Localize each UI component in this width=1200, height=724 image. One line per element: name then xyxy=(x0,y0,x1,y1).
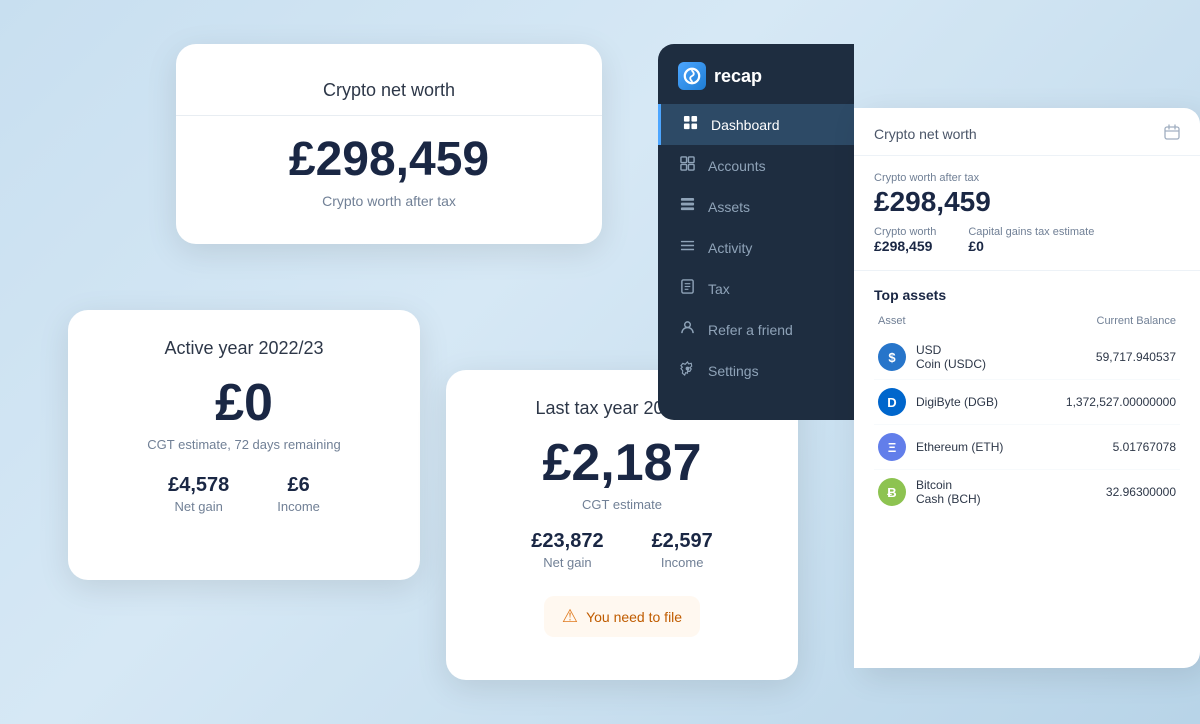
assets-label: Assets xyxy=(708,199,750,215)
settings-icon xyxy=(678,361,696,380)
activity-label: Activity xyxy=(708,240,752,256)
income-value: £6 xyxy=(277,474,320,497)
asset-balance: 59,717.940537 xyxy=(1096,350,1176,364)
asset-info: $ USDCoin (USDC) xyxy=(878,343,986,371)
asset-balance: 32.96300000 xyxy=(1106,485,1176,499)
sidebar-item-refer[interactable]: Refer a friend xyxy=(658,309,854,350)
col-balance: Current Balance xyxy=(1097,315,1177,327)
dashboard-label: Dashboard xyxy=(711,117,780,133)
warning-icon: ⚠ xyxy=(562,606,578,627)
sidebar-nav: Dashboard Accounts Assets Activity Tax xyxy=(658,104,854,391)
panel-title: Crypto net worth xyxy=(874,126,977,142)
tax-income-stat: £2,597 Income xyxy=(652,530,713,570)
calendar-icon[interactable] xyxy=(1164,124,1180,143)
accounts-icon xyxy=(678,156,696,175)
top-assets-section: Top assets Asset Current Balance $ USDCo… xyxy=(854,271,1200,530)
tax-year-stats: £23,872 Net gain £2,597 Income xyxy=(531,530,712,570)
income-label: Income xyxy=(277,499,320,514)
asset-balance: 1,372,527.00000000 xyxy=(1066,395,1176,409)
tax-year-subtitle: CGT estimate xyxy=(582,497,662,512)
tax-income-label: Income xyxy=(652,555,713,570)
assets-icon xyxy=(678,197,696,216)
asset-info: Ƀ BitcoinCash (BCH) xyxy=(878,478,981,506)
col-asset: Asset xyxy=(878,315,906,327)
asset-icon: Ξ xyxy=(878,433,906,461)
sidebar-item-assets[interactable]: Assets xyxy=(658,186,854,227)
asset-info: Ξ Ethereum (ETH) xyxy=(878,433,1003,461)
net-worth-title: Crypto net worth xyxy=(176,80,602,116)
right-panel: Crypto net worth Crypto worth after tax … xyxy=(854,108,1200,668)
sidebar-item-activity[interactable]: Activity xyxy=(658,227,854,268)
tax-net-gain-stat: £23,872 Net gain xyxy=(531,530,603,570)
crypto-net-worth-card: Crypto net worth £298,459 Crypto worth a… xyxy=(176,44,602,244)
crypto-worth-label: Crypto worth xyxy=(874,226,936,238)
activity-icon xyxy=(678,238,696,257)
asset-name: USDCoin (USDC) xyxy=(916,343,986,371)
active-year-value: £0 xyxy=(215,373,273,433)
sidebar-item-accounts[interactable]: Accounts xyxy=(658,145,854,186)
tax-label: Tax xyxy=(708,281,730,297)
asset-name: Ethereum (ETH) xyxy=(916,440,1003,454)
cgt-label: Capital gains tax estimate xyxy=(968,226,1094,238)
settings-label: Settings xyxy=(708,363,759,379)
net-gain-stat: £4,578 Net gain xyxy=(168,474,229,514)
sidebar-item-dashboard[interactable]: Dashboard xyxy=(658,104,854,145)
panel-crypto-worth: Crypto worth £298,459 xyxy=(874,226,936,254)
refer-label: Refer a friend xyxy=(708,322,793,338)
net-gain-label: Net gain xyxy=(168,499,229,514)
active-year-card: Active year 2022/23 £0 CGT estimate, 72 … xyxy=(68,310,420,580)
assets-table: Asset Current Balance $ USDCoin (USDC) 5… xyxy=(874,315,1180,514)
panel-summary: Crypto worth after tax £298,459 Crypto w… xyxy=(854,156,1200,271)
active-year-subtitle: CGT estimate, 72 days remaining xyxy=(147,437,340,452)
accounts-label: Accounts xyxy=(708,158,766,174)
panel-header: Crypto net worth xyxy=(854,108,1200,156)
crypto-worth-value: £298,459 xyxy=(874,238,936,254)
logo-icon xyxy=(678,62,706,90)
cgt-value: £0 xyxy=(968,238,1094,254)
sidebar-logo: recap xyxy=(658,44,854,104)
net-worth-subtitle: Crypto worth after tax xyxy=(322,193,456,209)
asset-icon: $ xyxy=(878,343,906,371)
panel-main-value: £298,459 xyxy=(874,186,1180,218)
tax-year-value: £2,187 xyxy=(542,433,701,493)
asset-icon: Ƀ xyxy=(878,478,906,506)
assets-table-header: Asset Current Balance xyxy=(874,315,1180,327)
tax-income-value: £2,597 xyxy=(652,530,713,553)
asset-row: D DigiByte (DGB) 1,372,527.00000000 xyxy=(874,380,1180,425)
sidebar-item-tax[interactable]: Tax xyxy=(658,268,854,309)
panel-summary-row: Crypto worth £298,459 Capital gains tax … xyxy=(874,226,1180,254)
asset-icon: D xyxy=(878,388,906,416)
asset-name: DigiByte (DGB) xyxy=(916,395,998,409)
asset-row: Ƀ BitcoinCash (BCH) 32.96300000 xyxy=(874,470,1180,514)
net-gain-value: £4,578 xyxy=(168,474,229,497)
active-year-title: Active year 2022/23 xyxy=(164,338,323,359)
top-assets-title: Top assets xyxy=(874,287,1180,303)
asset-row: Ξ Ethereum (ETH) 5.01767078 xyxy=(874,425,1180,470)
net-worth-value: £298,459 xyxy=(289,132,489,187)
tax-icon xyxy=(678,279,696,298)
warning-text: You need to file xyxy=(586,609,682,625)
logo-text: recap xyxy=(714,66,762,87)
asset-rows-container: $ USDCoin (USDC) 59,717.940537 D DigiByt… xyxy=(874,335,1180,514)
panel-main-label: Crypto worth after tax xyxy=(874,172,1180,184)
tax-warning: ⚠ You need to file xyxy=(544,596,700,637)
income-stat: £6 Income xyxy=(277,474,320,514)
sidebar-item-settings[interactable]: Settings xyxy=(658,350,854,391)
active-year-stats: £4,578 Net gain £6 Income xyxy=(168,474,320,514)
asset-info: D DigiByte (DGB) xyxy=(878,388,998,416)
panel-cgt-estimate: Capital gains tax estimate £0 xyxy=(968,226,1094,254)
refer-icon xyxy=(678,320,696,339)
tax-net-gain-value: £23,872 xyxy=(531,530,603,553)
asset-balance: 5.01767078 xyxy=(1113,440,1176,454)
sidebar: recap Dashboard Accounts Assets Activity xyxy=(658,44,854,420)
asset-row: $ USDCoin (USDC) 59,717.940537 xyxy=(874,335,1180,380)
asset-name: BitcoinCash (BCH) xyxy=(916,478,981,506)
tax-net-gain-label: Net gain xyxy=(531,555,603,570)
dashboard-icon xyxy=(681,115,699,134)
